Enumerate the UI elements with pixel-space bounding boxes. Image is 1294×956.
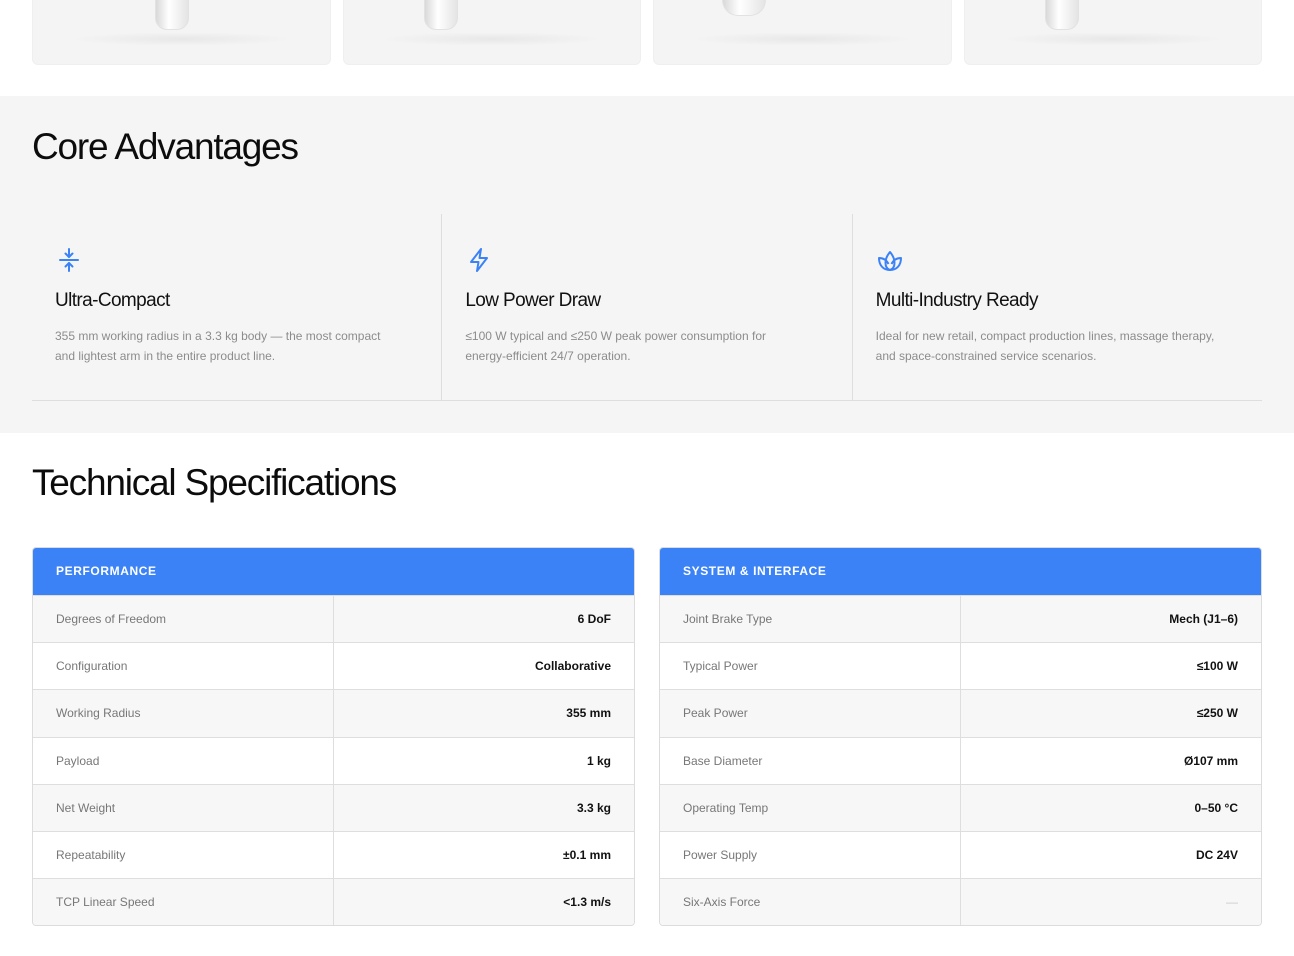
spec-value: 355 mm [566,706,611,721]
spec-value: DC 24V [1195,848,1238,863]
table-header: SYSTEM & INTERFACE [660,548,1261,595]
spec-value: ±0.1 mm [563,848,611,863]
performance-table: PERFORMANCE Degrees of Freedom 6 DoF Con… [32,547,635,927]
table-row: Payload 1 kg [33,736,634,784]
spec-value: 0–50 °C [1194,800,1239,815]
spec-label: Power Supply [660,831,961,879]
robot-arm-image [722,0,766,16]
section-title: Core Advantages [32,126,299,167]
spec-label: TCP Linear Speed [33,879,334,926]
advantage-card: Low Power Draw ≤100 W typical and ≤250 W… [442,214,853,400]
spec-value: — [1226,895,1238,910]
advantage-title: Ultra-Compact [55,290,170,311]
table-row: Operating Temp 0–50 °C [660,783,1261,831]
spec-label: Joint Brake Type [660,596,961,643]
table-row: Typical Power ≤100 W [660,642,1261,690]
spec-label: Net Weight [33,784,334,831]
spec-label: Operating Temp [660,784,961,831]
spec-label: Repeatability [33,831,334,879]
spec-label: Payload [33,737,334,784]
core-advantages-section: Core Advantages Ultra-Compact 355 mm wor… [0,96,1294,433]
robot-arm-image [423,0,458,30]
product-thumbnail[interactable] [342,0,641,65]
robot-arm-image [155,0,189,30]
spec-tables: PERFORMANCE Degrees of Freedom 6 DoF Con… [32,547,1262,927]
product-thumbnail[interactable] [653,0,952,65]
advantage-text: ≤100 W typical and ≤250 W peak power con… [465,329,766,363]
system-interface-table: SYSTEM & INTERFACE Joint Brake Type Mech… [659,547,1262,927]
table-row: Power Supply DC 24V [660,830,1261,879]
spec-value: ≤100 W [1196,659,1238,674]
spec-value: 1 kg [586,753,611,768]
spec-label: Six-Axis Force [660,879,961,926]
advantages-list: Ultra-Compact 355 mm working radius in a… [32,214,1262,401]
spec-value: ≤250 W [1196,706,1238,721]
table-row: Six-Axis Force — [660,878,1261,926]
product-gallery [32,0,1262,65]
spec-value: Collaborative [534,659,611,674]
section-title: Technical Specifications [32,462,397,503]
table-row: Degrees of Freedom 6 DoF [33,595,634,643]
compress-vertical-icon [59,248,79,272]
spec-label: Configuration [33,643,334,690]
spec-value: Mech (J1–6) [1169,612,1238,627]
spec-value: <1.3 m/s [563,895,611,910]
table-header: PERFORMANCE [33,548,634,595]
spec-label: Working Radius [33,690,334,737]
advantage-card: Ultra-Compact 355 mm working radius in a… [32,214,443,400]
table-row: Net Weight 3.3 kg [33,783,634,831]
table-row: Peak Power ≤250 W [660,689,1261,737]
advantage-text: 355 mm working radius in a 3.3 kg body —… [55,329,381,363]
spec-label: Peak Power [660,690,961,737]
advantage-text: Ideal for new retail, compact production… [875,329,1215,363]
spec-label: Degrees of Freedom [33,596,334,643]
lotus-icon [877,251,902,271]
lightning-bolt-icon [470,248,489,272]
product-thumbnail[interactable] [963,0,1262,65]
advantage-title: Low Power Draw [465,290,601,311]
advantage-title: Multi-Industry Ready [875,290,1039,311]
table-row: Working Radius 355 mm [33,689,634,737]
spec-value: 3.3 kg [576,800,611,815]
table-row: TCP Linear Speed <1.3 m/s [33,878,634,926]
product-thumbnail[interactable] [32,0,331,65]
table-row: Repeatability ±0.1 mm [33,830,634,879]
advantage-card: Multi-Industry Ready Ideal for new retai… [853,214,1262,400]
spec-label: Base Diameter [660,737,961,784]
table-row: Joint Brake Type Mech (J1–6) [660,595,1261,643]
spec-value: Ø107 mm [1183,753,1238,768]
table-row: Configuration Collaborative [33,642,634,690]
table-row: Base Diameter Ø107 mm [660,736,1261,784]
robot-arm-image [1044,0,1079,30]
spec-label: Typical Power [660,643,961,690]
spec-value: 6 DoF [577,612,611,627]
